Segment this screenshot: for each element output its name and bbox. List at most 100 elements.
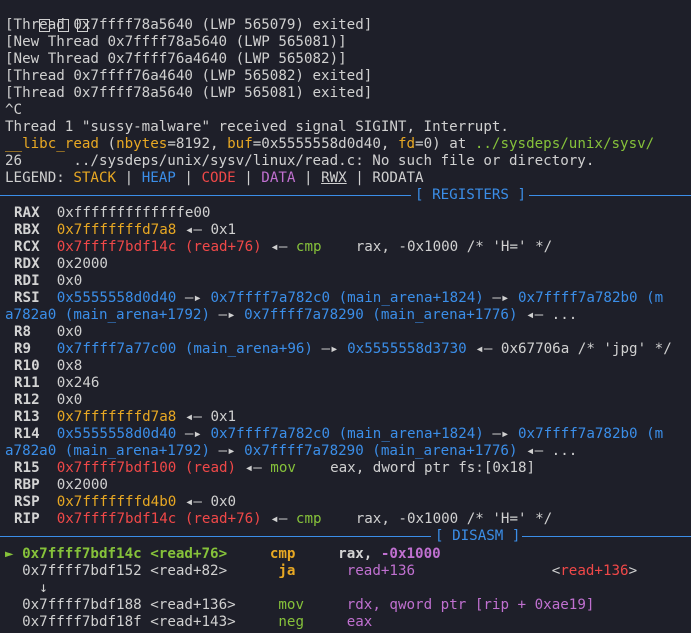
comment: /* 'H=' */: [458, 511, 553, 527]
register-r15: R15 0x7ffff7bdf100 (read) ◂— mov eax, dw…: [14, 460, 535, 477]
disasm-operands: eax: [346, 614, 373, 630]
register-name: RCX: [14, 239, 40, 255]
registers-separator: [ REGISTERS ]: [0, 187, 691, 204]
register-deref: ◂— 0x0: [176, 494, 237, 510]
register-name: RSP: [14, 494, 40, 510]
operands: eax, dword ptr fs:[: [330, 460, 493, 476]
heap-pointer: 0x5555558d3730: [347, 341, 467, 357]
disasm-symbol: <read+143>: [150, 614, 236, 630]
arg-name: fd: [397, 136, 416, 152]
register-name: R10: [14, 358, 40, 374]
register-r13: R13 0x7fffffffd7a8 ◂— 0x1: [14, 409, 236, 426]
disasm-mnemonic: mov: [278, 597, 304, 613]
interrupt-line: ^C: [5, 102, 23, 118]
register-value: 0x7fffffffd4b0: [56, 494, 177, 510]
register-name: RBP: [14, 477, 40, 493]
register-value: 0x7ffff7bdf100: [56, 460, 177, 476]
thread-event-line: [Thread 0x7ffff78a5640 (LWP 565081) exit…: [5, 85, 373, 101]
symbol: (read): [176, 460, 237, 476]
thread-event-line: [New Thread 0x7ffff78a5640 (LWP 565081)]: [5, 34, 347, 50]
register-value: 0x8: [56, 358, 83, 374]
register-r9: R9 0x7ffff7a77c00 (main_arena+96) —▸ 0x5…: [14, 341, 672, 357]
disasm-operands: read+136: [346, 563, 416, 579]
disasm-symbol: <read+82>: [150, 563, 228, 579]
immediate: -0x1000: [398, 511, 459, 527]
arg-value: =0x5555558d0d40,: [252, 136, 398, 152]
arg-name: buf: [227, 136, 253, 152]
disasm-mnemonic: neg: [278, 614, 304, 630]
disasm-address: 0x7ffff7bdf14c: [22, 546, 142, 562]
heap-pointer: 0x7ffff7a78290 (main_arena+1776): [244, 443, 518, 459]
legend: LEGEND: STACK | HEAP | CODE | DATA | RWX…: [5, 170, 424, 187]
arg-value: =8192,: [167, 136, 228, 152]
register-name: RSI: [14, 290, 40, 306]
register-r10: R10 0x8: [14, 358, 82, 375]
register-rsp: RSP 0x7fffffffd4b0 ◂— 0x0: [14, 494, 236, 511]
register-rbp: RBP 0x2000: [14, 477, 108, 494]
function-name: __libc_read: [5, 136, 99, 152]
operands: ]: [526, 460, 536, 476]
register-r8: R8 0x0: [14, 324, 82, 341]
legend-stack: STACK: [73, 170, 117, 186]
instruction: mov: [270, 460, 296, 476]
comment: /* 'H=' */: [458, 239, 553, 255]
register-name: R13: [14, 409, 40, 425]
register-name: R9: [14, 341, 32, 357]
register-value: 0x2000: [56, 477, 108, 493]
legend-separator: |: [116, 170, 142, 186]
register-value: 0x7fffffffd7a8: [56, 222, 177, 238]
symbol: (read+76): [176, 511, 262, 527]
separator-rule: [522, 536, 691, 537]
thread-event-line: [New Thread 0x7ffff76a4640 (LWP 565082)]: [5, 51, 347, 67]
legend-rwx: RWX: [321, 170, 347, 186]
register-rsi-continued: a782a0 (main_arena+1792) —▸ 0x7ffff7a782…: [5, 307, 578, 323]
libc-read-frame: __libc_read (nbytes=8192, buf=0x5555558d…: [5, 136, 654, 153]
heap-pointer: 0x7ffff7a782c0 (main_arena+1824): [210, 290, 484, 306]
heap-pointer: 0x7ffff7a782b0 (m: [518, 426, 664, 442]
register-value: 0x7ffff7bdf14c: [56, 239, 177, 255]
legend-separator: |: [175, 170, 202, 186]
register-value: 0x0: [56, 324, 83, 340]
register-value: 0x7ffff7bdf14c: [56, 511, 177, 527]
disasm-mnemonic: cmp: [269, 546, 296, 562]
separator-rule: [0, 195, 411, 196]
register-value: 0x5555558d0d40: [56, 290, 177, 306]
jump-target: read+136: [560, 563, 629, 579]
register-name: RIP: [14, 511, 40, 527]
instruction: cmp: [295, 239, 322, 255]
register-rdx: RDX 0x2000: [14, 256, 108, 273]
disasm-operands: ]: [585, 597, 595, 613]
paren: (: [98, 136, 117, 152]
deref-arrow: ◂—: [236, 460, 271, 476]
arg-value: =0) at: [415, 136, 475, 152]
separator-rule: [0, 536, 431, 537]
disasm-operands: rdx, qword ptr [rip +: [346, 597, 535, 613]
register-name: RDX: [14, 256, 40, 272]
disasm-symbol: <read+136>: [150, 597, 236, 613]
operands: rax,: [355, 511, 399, 527]
disasm-row: 0x7ffff7bdf152 <read+82> ja read+136 <re…: [5, 563, 637, 580]
register-value: 0x7fffffffd7a8: [56, 409, 177, 425]
register-name: R12: [14, 392, 40, 408]
register-value: 0x246: [56, 375, 100, 391]
terminal-window[interactable]: [Thread 0x7ffff78a5640 (LWP 565079) exit…: [0, 0, 691, 633]
register-rsi: RSI 0x5555558d0d40 —▸ 0x7ffff7a782c0 (ma…: [14, 290, 664, 306]
legend-heap: HEAP: [141, 170, 176, 186]
register-r11: R11 0x246: [14, 375, 99, 392]
register-rcx: RCX 0x7ffff7bdf14c (read+76) ◂— cmp rax,…: [14, 239, 552, 256]
register-deref: ◂— 0x1: [176, 409, 237, 425]
disasm-immediate: 0xae19: [534, 597, 586, 613]
deref-arrow: ◂—: [261, 239, 296, 255]
disasm-title: [ DISASM ]: [435, 528, 521, 544]
legend-separator: |: [295, 170, 322, 186]
register-r14: R14 0x5555558d0d40 —▸ 0x7ffff7a782c0 (ma…: [14, 426, 664, 442]
register-deref: ◂— 0x1: [176, 222, 237, 238]
register-name: RBX: [14, 222, 40, 238]
source-line: 26 ../sysdeps/unix/sysv/linux/read.c: No…: [5, 153, 595, 169]
terminal-tab-icons: [5, 0, 96, 32]
source-path: ../sysdeps/unix/sysv/: [474, 136, 655, 152]
register-name: R15: [14, 460, 40, 476]
legend-separator: |: [235, 170, 262, 186]
disasm-row: 0x7ffff7bdf188 <read+136> mov rdx, qword…: [5, 597, 594, 614]
register-deref: ◂— ...: [517, 307, 578, 323]
